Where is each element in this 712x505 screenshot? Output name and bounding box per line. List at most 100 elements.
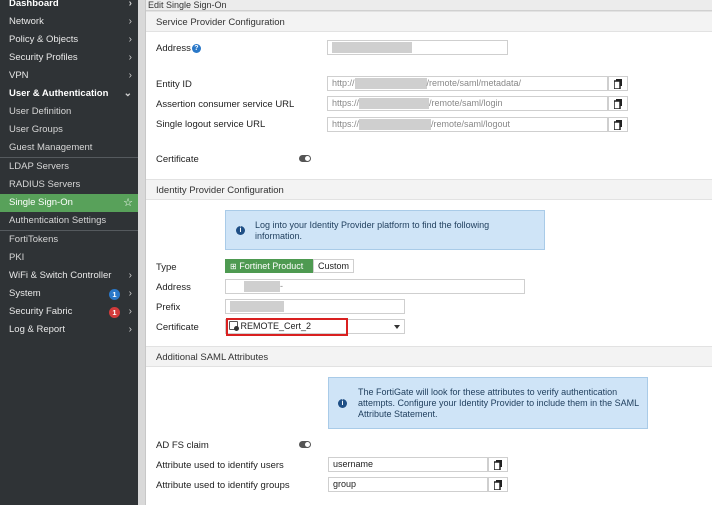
chevron-right-icon: › (128, 324, 132, 335)
sidebar-item-security-profiles[interactable]: Security Profiles › (0, 49, 138, 67)
users-attribute-field[interactable]: username (328, 457, 488, 472)
sidebar-item-single-sign-on[interactable]: Single Sign-On ☆ (0, 194, 138, 212)
copy-entity-id-button[interactable] (608, 76, 628, 91)
fortinet-icon: ⊞ (230, 262, 237, 271)
acs-url-field[interactable]: https:///remote/saml/login (327, 96, 608, 111)
sp-address-field[interactable] (327, 40, 508, 55)
sidebar-item-label: Network (9, 16, 44, 27)
redacted-value (230, 301, 284, 313)
main-content: Edit Single Sign-On Service Provider Con… (138, 0, 712, 505)
notification-badge: 1 (109, 289, 120, 300)
sp-address-label: Address? (156, 43, 201, 54)
idp-certificate-label: Certificate (156, 322, 199, 333)
entity-id-label: Entity ID (156, 79, 192, 90)
help-icon[interactable]: ? (191, 44, 201, 53)
chevron-right-icon: › (128, 16, 132, 27)
sidebar-item-wifi-switch[interactable]: WiFi & Switch Controller › (0, 267, 138, 285)
redacted-value (359, 119, 432, 131)
redacted-value (354, 78, 427, 90)
page-title: Edit Single Sign-On (146, 0, 712, 11)
sidebar-item-security-fabric[interactable]: Security Fabric 1 › (0, 303, 138, 321)
sidebar-item-label: Security Fabric (9, 306, 73, 317)
chevron-right-icon: › (128, 288, 132, 299)
sidebar-item-policy-objects[interactable]: Policy & Objects › (0, 31, 138, 49)
slo-url-field[interactable]: https:///remote/saml/logout (327, 117, 608, 132)
type-custom-button[interactable]: Custom (313, 259, 354, 273)
sidebar-item-label: LDAP Servers (9, 161, 70, 172)
sidebar-item-label: PKI (9, 252, 25, 263)
redacted-value (244, 281, 280, 293)
sidebar-item-authentication-settings[interactable]: Authentication Settings (0, 212, 138, 230)
certificate-highlight (226, 318, 348, 336)
chevron-right-icon: › (128, 306, 132, 317)
sidebar-item-vpn[interactable]: VPN › (0, 67, 138, 85)
sidebar-item-label: Log & Report (9, 324, 65, 335)
star-icon[interactable]: ☆ (123, 194, 133, 212)
sidebar-item-label: Single Sign-On (9, 197, 73, 208)
notification-badge: 1 (109, 307, 120, 318)
sidebar-item-system[interactable]: System 1 › (0, 285, 138, 303)
groups-attribute-label: Attribute used to identify groups (156, 480, 290, 491)
idp-type-label: Type (156, 262, 177, 273)
sidebar-item-radius-servers[interactable]: RADIUS Servers (0, 176, 138, 194)
slo-url-label: Single logout service URL (156, 119, 266, 130)
idp-info-text: Log into your Identity Provider platform… (255, 220, 490, 241)
saml-info-text: The FortiGate will look for these attrib… (358, 387, 639, 419)
idp-address-label: Address (156, 282, 191, 293)
chevron-right-icon: › (128, 0, 132, 9)
chevron-right-icon: › (128, 270, 132, 281)
sidebar-item-log-report[interactable]: Log & Report › (0, 321, 138, 339)
chevron-down-icon: ⌄ (123, 88, 132, 99)
adfs-claim-toggle[interactable] (299, 441, 311, 448)
groups-attribute-field[interactable]: group (328, 477, 488, 492)
sidebar-item-pki[interactable]: PKI (0, 249, 138, 267)
sidebar-item-user-definition[interactable]: User Definition (0, 103, 138, 121)
adfs-claim-label: AD FS claim (156, 440, 209, 451)
redacted-value (332, 42, 412, 54)
idp-address-field[interactable]: - (225, 279, 525, 294)
form-panel: Service Provider Configuration Address? … (146, 11, 712, 505)
sidebar-item-fortitokens[interactable]: FortiTokens (0, 231, 138, 249)
copy-icon (494, 460, 502, 470)
sidebar-item-dashboard[interactable]: Dashboard › (0, 0, 138, 13)
sidebar-item-label: Dashboard (9, 0, 59, 9)
sidebar-item-network[interactable]: Network › (0, 13, 138, 31)
saml-section-heading: Additional SAML Attributes (146, 346, 712, 367)
type-fortinet-product-button[interactable]: ⊞ Fortinet Product (225, 259, 313, 273)
copy-icon (614, 99, 622, 109)
idp-prefix-label: Prefix (156, 302, 181, 313)
sidebar-item-label: FortiTokens (9, 234, 59, 245)
sidebar-item-label: VPN (9, 70, 29, 81)
acs-url-label: Assertion consumer service URL (156, 99, 295, 110)
sidebar-item-label: Policy & Objects (9, 34, 79, 45)
entity-id-field[interactable]: http:///remote/saml/metadata/ (327, 76, 608, 91)
chevron-right-icon: › (128, 70, 132, 81)
sidebar-item-label: Guest Management (9, 142, 93, 153)
sp-certificate-toggle[interactable] (299, 155, 311, 162)
collapse-handle[interactable] (138, 0, 146, 505)
info-icon: i (338, 399, 347, 408)
saml-info-box: i The FortiGate will look for these attr… (328, 377, 648, 429)
sidebar-item-label: User Definition (9, 106, 72, 117)
sidebar-item-user-groups[interactable]: User Groups (0, 121, 138, 139)
copy-icon (614, 120, 622, 130)
sidebar-item-guest-management[interactable]: Guest Management (0, 139, 138, 157)
sp-section-heading: Service Provider Configuration (146, 11, 712, 32)
sidebar-item-label: Security Profiles (9, 52, 78, 63)
sp-certificate-label: Certificate (156, 154, 199, 165)
idp-section-heading: Identity Provider Configuration (146, 179, 712, 200)
copy-slo-url-button[interactable] (608, 117, 628, 132)
sidebar-item-ldap-servers[interactable]: LDAP Servers (0, 158, 138, 176)
sidebar: Dashboard › Network › Policy & Objects › Se… (0, 0, 138, 505)
redacted-value (359, 98, 430, 110)
copy-icon (614, 79, 622, 89)
sidebar-item-user-authentication[interactable]: User & Authentication ⌄ (0, 85, 138, 103)
copy-users-attribute-button[interactable] (488, 457, 508, 472)
sidebar-item-label: Authentication Settings (9, 215, 107, 226)
idp-prefix-field[interactable] (225, 299, 405, 314)
sidebar-item-label: WiFi & Switch Controller (9, 270, 112, 281)
copy-groups-attribute-button[interactable] (488, 477, 508, 492)
sidebar-item-label: User & Authentication (9, 88, 109, 99)
info-icon: i (236, 226, 245, 235)
copy-acs-url-button[interactable] (608, 96, 628, 111)
